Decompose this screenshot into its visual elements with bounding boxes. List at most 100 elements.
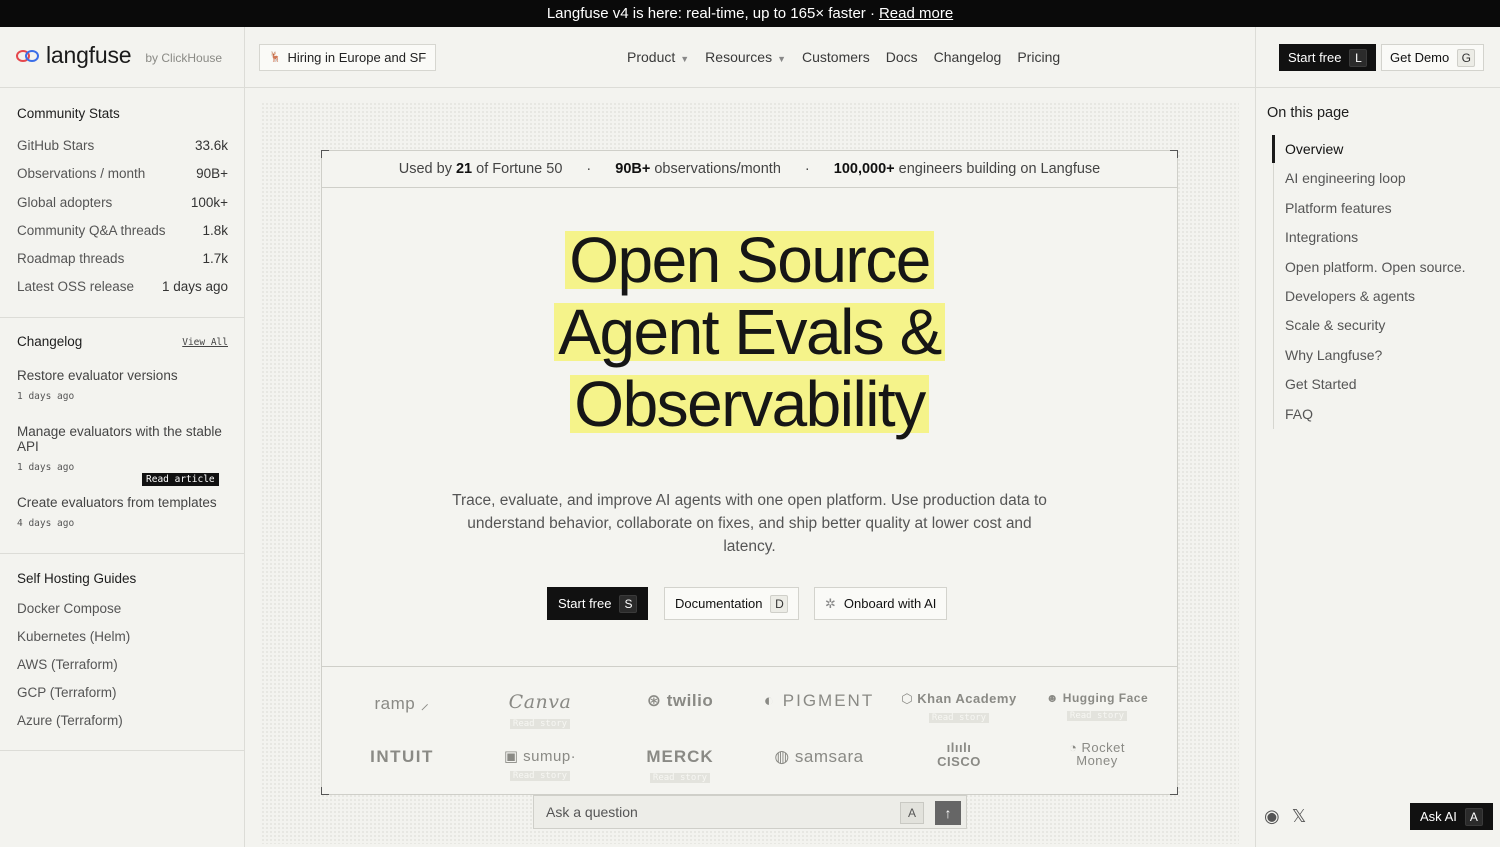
corner-bracket <box>321 787 329 795</box>
toc-item[interactable]: Scale & security <box>1285 317 1385 333</box>
toc-title: On this page <box>1267 105 1350 121</box>
toc-item[interactable]: Developers & agents <box>1285 288 1415 304</box>
toc-item[interactable]: Open platform. Open source. <box>1285 259 1466 275</box>
corner-bracket <box>321 150 329 158</box>
self-hosting-section: Self Hosting Guides Docker Compose Kuber… <box>0 554 245 751</box>
read-article-tooltip[interactable]: Read article <box>142 473 219 486</box>
toc-item[interactable]: Why Langfuse? <box>1285 347 1382 363</box>
read-more-link[interactable]: Read more <box>879 5 953 22</box>
guide-link[interactable]: GCP (Terraform) <box>17 685 117 700</box>
stat-row[interactable]: Latest OSS release 1 days ago <box>17 279 228 294</box>
top-header: langfuse by ClickHouse 🦌 Hiring in Europ… <box>0 27 1500 88</box>
customer-logo[interactable]: ramp ⸝ <box>332 691 472 714</box>
shortcut-key: D <box>770 594 789 613</box>
nav-item-pricing[interactable]: Pricing <box>1017 49 1060 65</box>
self-hosting-title: Self Hosting Guides <box>17 571 137 586</box>
changelog-entry-title[interactable]: Create evaluators from templates <box>17 495 232 510</box>
changelog-entry-date: 1 days ago <box>17 462 75 473</box>
nav-item-docs[interactable]: Docs <box>886 49 918 65</box>
shortcut-key: G <box>1457 48 1476 67</box>
stat-row[interactable]: Roadmap threads 1.7k <box>17 251 228 266</box>
ask-ai-label: Ask AI <box>1420 809 1457 824</box>
toc-item[interactable]: FAQ <box>1285 406 1313 422</box>
shortcut-key: L <box>1349 48 1368 67</box>
observations-stat: 90B+ observations/month <box>615 161 781 177</box>
divider <box>322 666 1177 667</box>
get-demo-button[interactable]: Get Demo G <box>1381 44 1485 71</box>
announcement-text: Langfuse v4 is here: real-time, up to 16… <box>546 5 875 22</box>
main-content: Used by 21 of Fortune 50 · 90B+ observat… <box>245 88 1255 847</box>
customer-logo[interactable]: ⬡ Khan Academy Read story <box>889 691 1029 725</box>
cta-label: Onboard with AI <box>843 596 937 611</box>
toc-item-overview[interactable]: Overview <box>1285 141 1343 157</box>
fortune-stat: Used by 21 of Fortune 50 <box>398 161 563 177</box>
announcement-bar: Langfuse v4 is here: real-time, up to 16… <box>0 0 1500 27</box>
changelog-entry-date: 4 days ago <box>17 518 75 529</box>
ask-question-input[interactable]: Ask a question A ↑ <box>533 795 967 829</box>
nav-item-changelog[interactable]: Changelog <box>934 49 1002 65</box>
toc-item[interactable]: Platform features <box>1285 200 1392 216</box>
guide-link[interactable]: AWS (Terraform) <box>17 657 118 672</box>
corner-bracket <box>1170 787 1178 795</box>
customer-logo[interactable]: INTUIT <box>332 747 472 767</box>
hero-subtitle: Trace, evaluate, and improve AI agents w… <box>452 492 1047 555</box>
customer-logo[interactable]: ▣ sumup· Read story <box>470 747 610 783</box>
send-arrow-icon[interactable]: ↑ <box>935 801 961 825</box>
changelog-entry-title[interactable]: Restore evaluator versions <box>17 368 232 383</box>
changelog-entry-date: 1 days ago <box>17 391 75 402</box>
toc-item[interactable]: Get Started <box>1285 376 1357 392</box>
read-story-link: Read story <box>928 713 990 723</box>
deer-icon: 🦌 <box>269 52 282 63</box>
hero-card: Used by 21 of Fortune 50 · 90B+ observat… <box>321 150 1178 795</box>
guide-link[interactable]: Docker Compose <box>17 601 121 616</box>
nav-item-customers[interactable]: Customers <box>802 49 870 65</box>
divider <box>244 27 245 88</box>
main-nav: Product ▼ Resources ▼ Customers Docs Chang… <box>627 49 1060 65</box>
corner-bracket <box>1170 150 1178 158</box>
stat-row[interactable]: Community Q&A threads 1.8k <box>17 223 228 238</box>
hero-line: Observability <box>570 372 929 436</box>
customer-logo[interactable]: MERCK Read story <box>610 747 750 785</box>
hiring-button[interactable]: 🦌 Hiring in Europe and SF <box>259 44 437 71</box>
changelog-entry-title[interactable]: Manage evaluators with the stable API <box>17 424 232 454</box>
logo[interactable]: langfuse by ClickHouse <box>16 42 222 69</box>
ask-ai-button[interactable]: Ask AI A <box>1410 803 1493 830</box>
cta-label: Documentation <box>675 596 763 611</box>
x-icon[interactable]: 𝕏 <box>1292 806 1307 827</box>
cta-label: Start free <box>558 596 612 611</box>
changelog-title: Changelog <box>17 334 83 349</box>
divider <box>1255 27 1256 88</box>
read-story-link: Read story <box>509 719 571 729</box>
sparkle-icon: ✲ <box>825 595 836 611</box>
stat-row[interactable]: Observations / month 90B+ <box>17 166 228 181</box>
customer-logo[interactable]: ılıılı CISCO <box>889 741 1029 769</box>
github-icon[interactable]: ◉ <box>1264 806 1280 827</box>
customer-logo[interactable]: ◐ PIGMENT <box>749 691 889 711</box>
social-links: ◉ 𝕏 <box>1264 806 1306 827</box>
read-story-link: Read story <box>509 771 571 781</box>
toc-item[interactable]: Integrations <box>1285 229 1358 245</box>
toc-active-indicator <box>1272 135 1275 163</box>
customer-logo[interactable]: ⊛ twilio <box>610 691 750 711</box>
guide-link[interactable]: Kubernetes (Helm) <box>17 629 130 644</box>
hero-line: Open Source <box>565 228 934 292</box>
nav-item-product[interactable]: Product ▼ <box>627 49 689 65</box>
documentation-button[interactable]: Documentation D <box>664 587 800 620</box>
customer-logo[interactable]: ☻ Hugging Face Read story <box>1027 691 1167 723</box>
onboard-with-ai-button[interactable]: ✲ Onboard with AI <box>814 587 948 620</box>
stat-row[interactable]: GitHub Stars 33.6k <box>17 138 228 153</box>
hero-title: Open Source Agent Evals & Observability <box>322 228 1177 447</box>
stat-row[interactable]: Global adopters 100k+ <box>17 195 228 210</box>
toc-item[interactable]: AI engineering loop <box>1285 170 1406 186</box>
start-free-cta[interactable]: Start free S <box>547 587 649 620</box>
read-story-link: Read story <box>1066 711 1128 721</box>
separator-dot: · <box>586 161 592 177</box>
view-all-link[interactable]: View All <box>182 337 228 348</box>
customer-logo[interactable]: Canva Read story <box>470 691 610 731</box>
customer-logo[interactable]: ◔ Rocket Money <box>1027 741 1167 767</box>
customer-logo[interactable]: ◍ samsara <box>749 747 889 767</box>
nav-item-resources[interactable]: Resources ▼ <box>705 49 786 65</box>
guide-link[interactable]: Azure (Terraform) <box>17 713 123 728</box>
logo-text: langfuse <box>46 42 132 68</box>
start-free-button[interactable]: Start free L <box>1279 44 1377 71</box>
